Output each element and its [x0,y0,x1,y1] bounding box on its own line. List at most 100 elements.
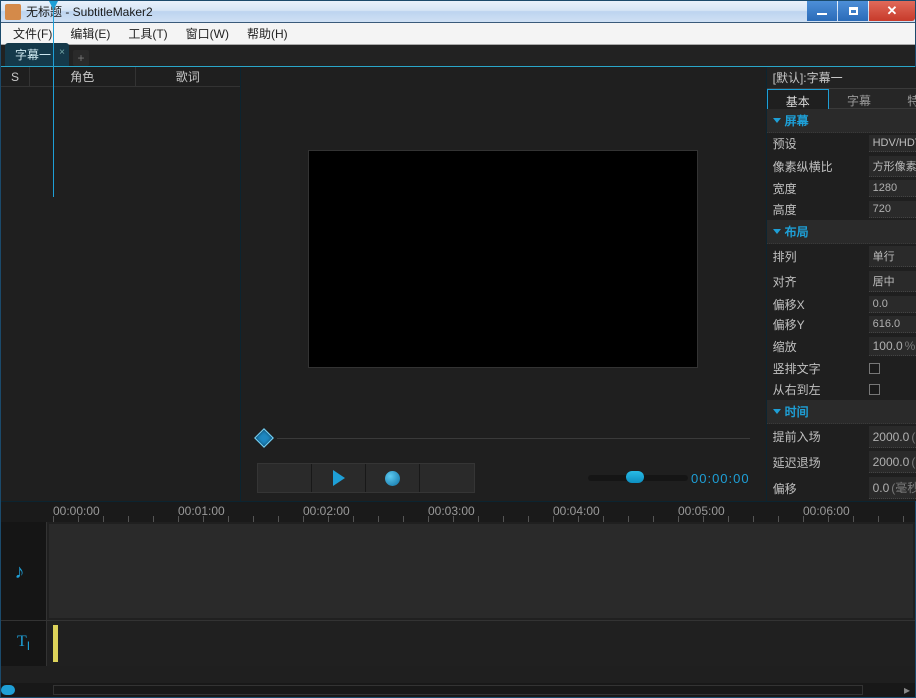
offsetx-label: 偏移X [773,296,869,313]
record-icon [385,471,400,486]
seek-track[interactable] [277,438,750,439]
section-screen[interactable]: 屏幕 [767,109,916,133]
playback-controls: 00:00:00 [241,455,766,501]
menu-file[interactable]: 文件(F) [9,23,56,44]
offsety-label: 偏移Y [773,316,869,333]
track-head-audio[interactable] [1,522,47,620]
vertical-checkbox[interactable] [869,363,880,374]
timeline-ruler[interactable]: 00:00:00 00:01:00 00:02:00 00:03:00 00:0… [1,502,915,522]
offsetx-field[interactable]: 0.0 [869,296,916,313]
timeline-tracks: TI [1,522,915,683]
add-tab-button[interactable]: + [73,50,89,66]
audio-clip[interactable] [49,524,913,618]
timecode-display: 00:00:00 [691,471,750,486]
keyframe-icon[interactable] [254,428,274,448]
menu-edit[interactable]: 编辑(E) [66,23,114,44]
subtab-s[interactable]: S [1,67,29,86]
section-title: 布局 [785,223,809,240]
left-body [1,87,240,501]
menubar: 文件(F) 编辑(E) 工具(T) 窗口(W) 帮助(H) [1,23,915,45]
ptab-basic[interactable]: 基本 [767,89,829,109]
maximize-button[interactable] [838,1,868,21]
section-title: 时间 [785,403,809,420]
offsety-field[interactable]: 616.0 [869,316,916,333]
section-title: 屏幕 [785,112,809,129]
zoom-knob[interactable] [1,685,15,695]
rtl-checkbox[interactable] [869,384,880,395]
seek-row [241,421,766,455]
width-label: 宽度 [773,180,869,197]
left-panel: S 角色 歌词 [1,67,241,501]
window-title: 无标题 - SubtitleMaker2 [26,3,153,20]
chevron-down-icon [773,229,781,234]
center-panel: 00:00:00 [241,67,766,501]
scale-label: 缩放 [773,338,869,355]
tab-close-icon[interactable]: × [59,47,65,58]
delayout-label: 延迟退场 [773,454,869,471]
left-subtabs: S 角色 歌词 [1,67,240,87]
text-icon: TI [17,633,30,653]
timeline-scrollbar[interactable]: ◂ ▸ [1,683,915,697]
tab-label: 字幕一 [15,48,51,62]
app-icon [5,4,21,20]
rtl-label: 从右到左 [773,381,869,398]
preset-label: 预设 [773,135,869,152]
offset-label: 偏移 [773,480,869,497]
menu-window[interactable]: 窗口(W) [182,23,233,44]
section-layout[interactable]: 布局 [767,220,916,244]
properties-tabs: 基本 字幕 特效 背景 [767,89,916,109]
record-button[interactable] [366,464,420,492]
properties-header: [默认]: 字幕一 ▾ ✚ − [767,67,916,89]
chevron-down-icon [773,409,781,414]
par-dropdown[interactable]: 方形像素 [869,156,916,177]
play-button[interactable] [312,464,366,492]
ptab-effects[interactable]: 特效 [889,89,916,109]
offset-field[interactable]: 0.0(毫秒) [869,477,916,499]
minimize-button[interactable] [807,1,837,21]
prein-field[interactable]: 2000.0(毫秒) [869,426,916,448]
scroll-right-icon[interactable]: ▸ [901,684,913,696]
par-label: 像素纵横比 [773,158,869,175]
header-name: 字幕一 [807,69,843,86]
chevron-down-icon [773,118,781,123]
arrange-label: 排列 [773,248,869,265]
preview-area [241,67,766,421]
track-body-text[interactable] [47,621,915,666]
preset-dropdown[interactable]: HDV/HDTV 720 [869,135,916,152]
scale-field[interactable]: 100.0% [869,337,916,356]
play-icon [333,470,345,486]
header-prefix: [默认]: [773,69,807,86]
speed-slider[interactable] [588,475,688,481]
slider-thumb[interactable] [626,471,644,483]
menu-help[interactable]: 帮助(H) [243,23,292,44]
scrollbar-track[interactable] [53,685,863,695]
align-dropdown[interactable]: 居中 [869,271,916,292]
properties-panel: [默认]: 字幕一 ▾ ✚ − 基本 字幕 特效 背景 屏幕 预设HDV/HDT… [766,67,916,501]
menu-tools[interactable]: 工具(T) [124,23,171,44]
height-field[interactable]: 720 [869,201,916,218]
subtab-lyrics[interactable]: 歌词 [136,67,241,86]
document-tabstrip: 字幕一 × + [1,45,915,67]
next-button[interactable] [420,464,474,492]
close-button[interactable]: ✕ [869,1,915,21]
track-body-audio[interactable] [47,522,915,620]
arrange-dropdown[interactable]: 单行 [869,246,916,267]
titlebar[interactable]: 无标题 - SubtitleMaker2 ✕ [1,1,915,23]
timeline-panel: 00:00:00 00:01:00 00:02:00 00:03:00 00:0… [1,501,915,697]
transport-group [257,463,475,493]
delayout-field[interactable]: 2000.0(毫秒) [869,451,916,473]
app-window: 无标题 - SubtitleMaker2 ✕ 文件(F) 编辑(E) 工具(T)… [0,0,916,698]
section-time[interactable]: 时间 [767,400,916,424]
music-note-icon [15,561,33,581]
width-field[interactable]: 1280 [869,180,916,197]
text-clip[interactable] [53,625,58,662]
vertical-label: 竖排文字 [773,360,869,377]
subtab-role[interactable]: 角色 [29,67,136,86]
track-text: TI [1,620,915,666]
video-preview[interactable] [308,150,698,368]
tab-subtitle-1[interactable]: 字幕一 × [5,43,69,66]
prev-button[interactable] [258,464,312,492]
playhead[interactable] [53,1,54,197]
track-head-text[interactable]: TI [1,621,47,666]
ptab-subtitle[interactable]: 字幕 [829,89,889,109]
